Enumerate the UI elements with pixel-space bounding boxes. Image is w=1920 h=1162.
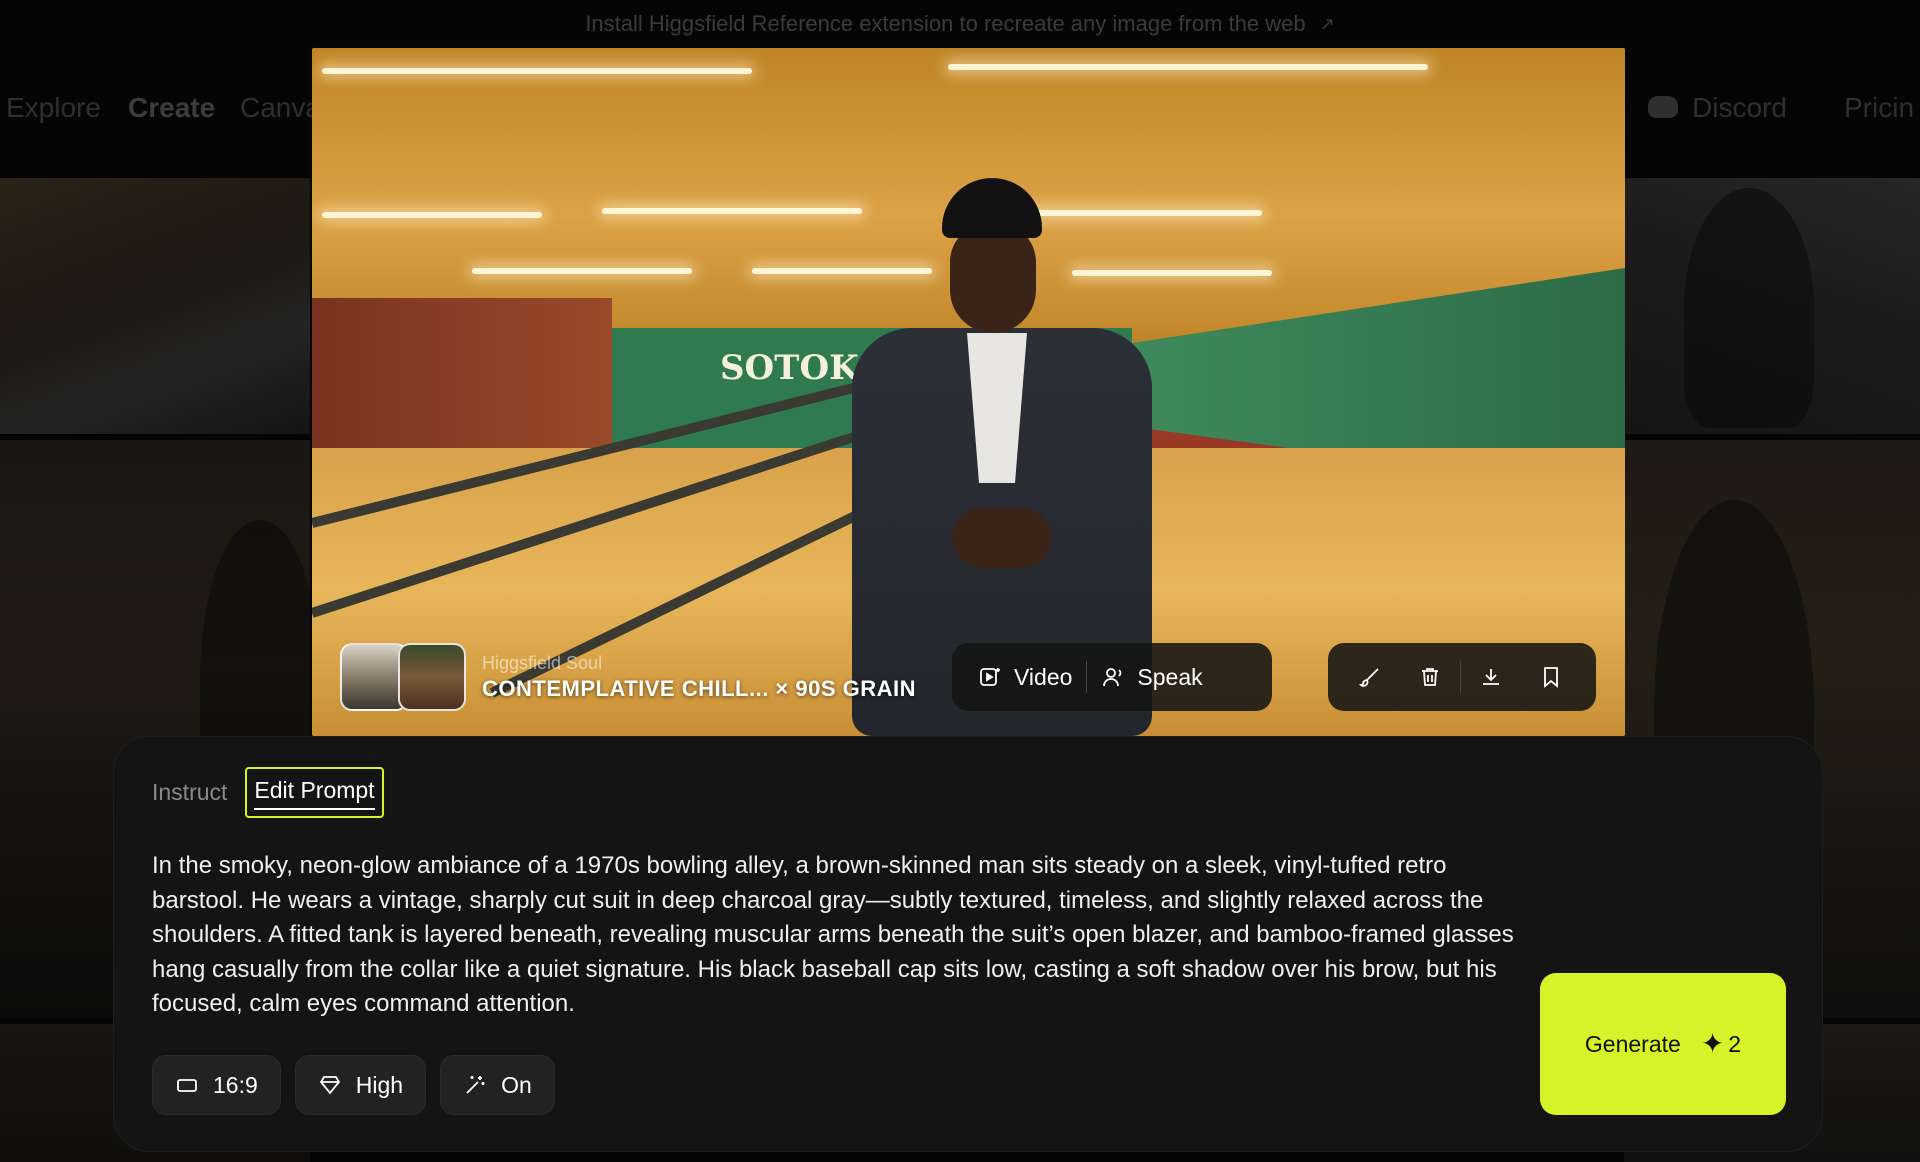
generate-label: Generate bbox=[1584, 1030, 1681, 1057]
nav-discord-label: Discord bbox=[1692, 92, 1787, 123]
gallery-tile bbox=[1624, 178, 1920, 434]
image-tools bbox=[1328, 643, 1596, 711]
delete-button[interactable] bbox=[1400, 653, 1460, 701]
prompt-tabs: Instruct Edit Prompt bbox=[152, 767, 384, 818]
image-meta: Higgsfield Soul CONTEMPLATIVE CHILL... ×… bbox=[340, 643, 916, 711]
sparkle-icon: ✦ bbox=[1700, 1028, 1725, 1059]
banner-text: Install Higgsfield Reference extension t… bbox=[585, 11, 1306, 36]
nav-explore[interactable]: Explore bbox=[6, 92, 101, 124]
bookmark-button[interactable] bbox=[1521, 653, 1581, 701]
gallery-tile bbox=[0, 178, 310, 434]
external-link-icon: ↗ bbox=[1319, 13, 1335, 34]
trash-icon bbox=[1422, 668, 1438, 686]
download-icon bbox=[1483, 669, 1499, 685]
reference-thumbnails[interactable] bbox=[340, 643, 468, 711]
discord-icon bbox=[1648, 95, 1678, 118]
download-button[interactable] bbox=[1461, 653, 1521, 701]
generate-cost: 2 bbox=[1728, 1030, 1742, 1057]
enhance-value: On bbox=[501, 1071, 532, 1098]
video-label: Video bbox=[1014, 663, 1073, 690]
bookmark-icon bbox=[1544, 667, 1558, 688]
speak-label: Speak bbox=[1137, 663, 1203, 690]
tab-edit-prompt[interactable]: Edit Prompt bbox=[245, 767, 384, 818]
settings-chips: 16:9 High On bbox=[152, 1055, 569, 1115]
nav-canvas[interactable]: Canva bbox=[240, 92, 321, 124]
video-button[interactable]: Video bbox=[964, 653, 1086, 701]
model-label: Higgsfield Soul bbox=[482, 652, 603, 673]
style-title: CONTEMPLATIVE CHILL... × 90S GRAIN bbox=[482, 675, 917, 701]
media-actions: Video Speak bbox=[952, 643, 1272, 711]
nav-create[interactable]: Create bbox=[128, 92, 215, 124]
enhance-button[interactable]: On bbox=[440, 1055, 555, 1115]
reference-thumbnail[interactable] bbox=[398, 643, 466, 711]
generate-button[interactable]: Generate ✦ 2 bbox=[1540, 973, 1786, 1115]
tab-instruct[interactable]: Instruct bbox=[152, 769, 227, 816]
aspect-ratio-button[interactable]: 16:9 bbox=[152, 1055, 281, 1115]
brush-icon bbox=[1358, 668, 1379, 687]
speak-button[interactable]: Speak bbox=[1087, 653, 1216, 701]
diamond-icon bbox=[319, 1076, 340, 1095]
edit-button[interactable] bbox=[1340, 653, 1400, 701]
aspect-ratio-value: 16:9 bbox=[213, 1071, 258, 1098]
quality-button[interactable]: High bbox=[294, 1055, 427, 1115]
generated-image[interactable]: SOTOK Higgsfield Soul CONTEMPLATIVE CHIL… bbox=[312, 48, 1625, 736]
speak-icon bbox=[1103, 668, 1122, 687]
video-icon bbox=[980, 668, 1000, 686]
nav-discord[interactable]: Discord bbox=[1648, 92, 1787, 124]
prompt-text[interactable]: In the smoky, neon-glow ambiance of a 19… bbox=[152, 849, 1532, 1022]
quality-value: High bbox=[355, 1071, 404, 1098]
extension-banner[interactable]: Install Higgsfield Reference extension t… bbox=[0, 0, 1920, 48]
magic-wand-icon bbox=[466, 1076, 485, 1094]
prompt-panel: Instruct Edit Prompt In the smoky, neon-… bbox=[113, 736, 1823, 1152]
aspect-ratio-icon bbox=[177, 1079, 197, 1092]
nav-pricing[interactable]: Pricin bbox=[1844, 92, 1914, 124]
